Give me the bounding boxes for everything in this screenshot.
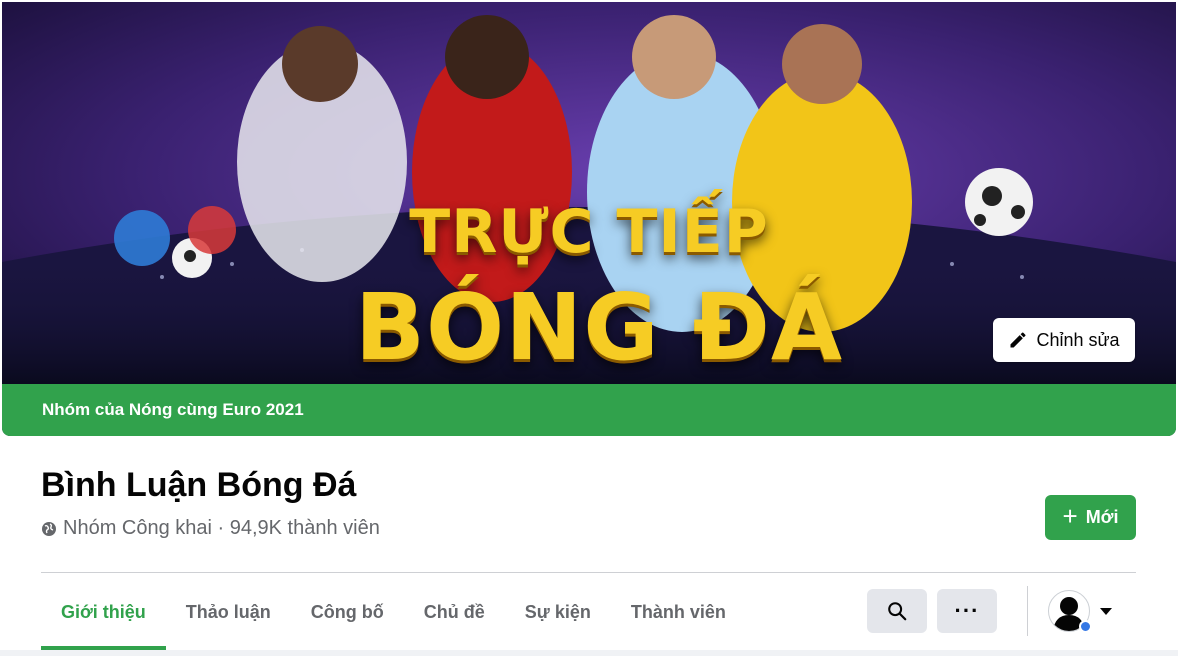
tab-discussion[interactable]: Thảo luận (166, 574, 291, 650)
tab-about[interactable]: Giới thiệu (41, 574, 166, 650)
more-options-button[interactable]: ··· (937, 589, 997, 633)
search-button[interactable] (867, 589, 927, 633)
online-status-dot (1079, 620, 1092, 633)
cover-photo: TRỰC TIẾP BÓNG ĐÁ Chỉnh sửa Nhóm của Nón… (2, 2, 1176, 436)
more-icon: ··· (954, 598, 980, 623)
toolbar-separator (1027, 586, 1028, 636)
tab-announcements-label: Công bố (310, 601, 384, 622)
group-meta: Nhóm Công khai · 94,9K thành viên (41, 517, 380, 540)
tab-events-label: Sự kiện (524, 601, 591, 622)
globe-icon (42, 521, 56, 536)
edit-cover-button[interactable]: Chỉnh sửa (993, 318, 1135, 362)
group-name: Bình Luận Bóng Đá (41, 466, 357, 504)
plus-icon: + (1062, 501, 1078, 531)
tab-discussion-label: Thảo luận (185, 601, 271, 622)
tab-topics[interactable]: Chủ đề (404, 574, 505, 650)
cover-headline-top: TRỰC TIẾP (409, 197, 769, 267)
new-button[interactable]: + Mới (1045, 495, 1136, 540)
tab-events[interactable]: Sự kiện (505, 574, 611, 650)
tab-topics-label: Chủ đề (423, 601, 485, 622)
tab-about-label: Giới thiệu (61, 601, 146, 622)
group-tabs: Giới thiệu Thảo luận Công bố Chủ đề Sự k… (41, 574, 746, 650)
pencil-icon (1010, 332, 1026, 348)
group-parent-banner[interactable]: Nhóm của Nóng cùng Euro 2021 (2, 384, 1176, 436)
caret-down-icon (1100, 607, 1112, 615)
page-bottom-edge (0, 650, 1178, 656)
search-icon (888, 602, 907, 621)
tab-members-label: Thành viên (630, 601, 726, 622)
new-button-label: Mới (1085, 507, 1119, 527)
tab-announcements[interactable]: Công bố (291, 574, 404, 650)
group-privacy-members[interactable]: Nhóm Công khai · 94,9K thành viên (63, 517, 380, 540)
header-divider (41, 572, 1136, 573)
edit-cover-label: Chỉnh sửa (1036, 329, 1120, 350)
tab-members[interactable]: Thành viên (611, 574, 746, 650)
group-parent-banner-text: Nhóm của Nóng cùng Euro 2021 (42, 400, 304, 419)
